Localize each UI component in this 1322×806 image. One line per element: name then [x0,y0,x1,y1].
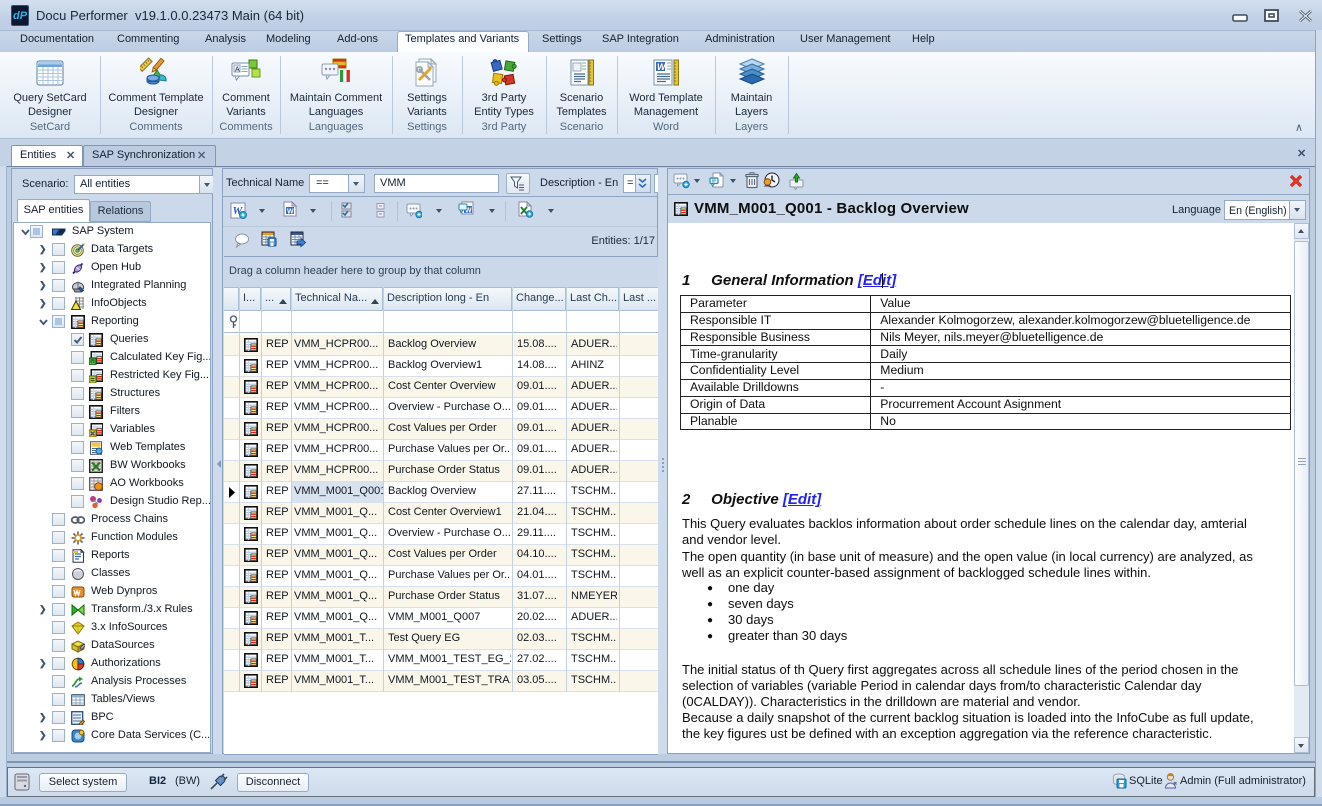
svg-text:A: A [235,67,240,74]
